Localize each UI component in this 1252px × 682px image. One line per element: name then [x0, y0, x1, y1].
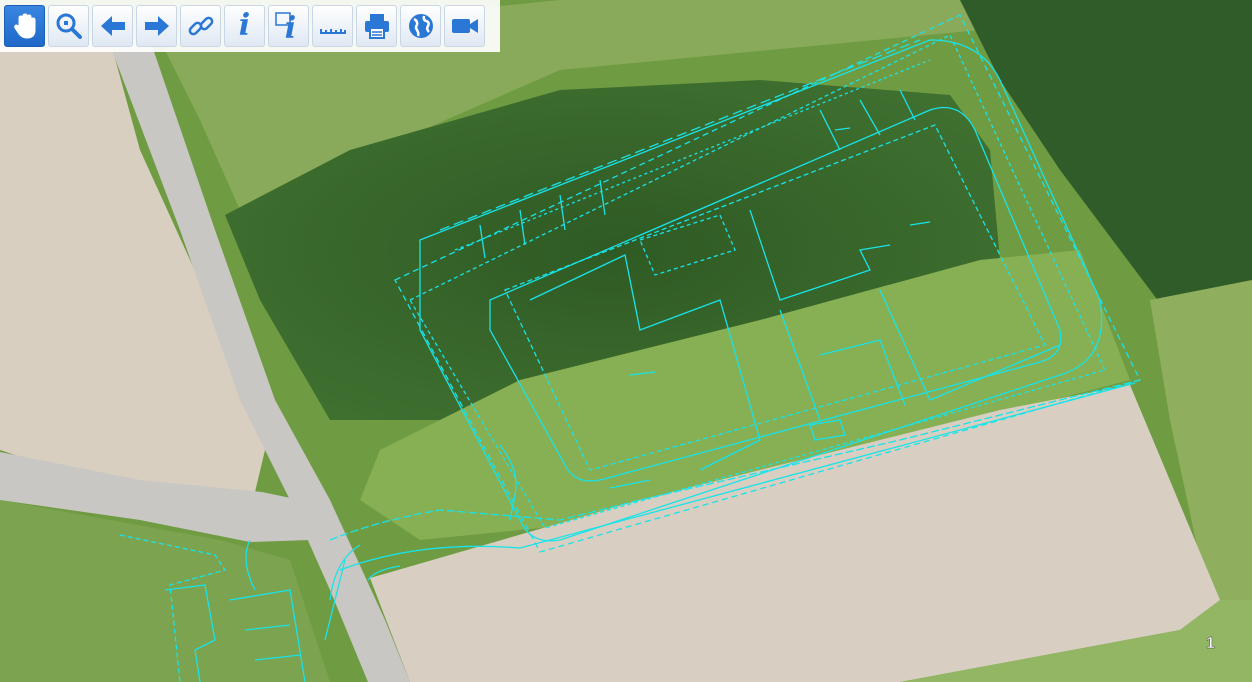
print-button[interactable] [356, 5, 397, 47]
hand-icon [13, 13, 35, 39]
magnifier-icon [56, 13, 82, 39]
video-camera-icon [451, 19, 478, 33]
info-button[interactable]: i [224, 5, 265, 47]
measure-button[interactable] [312, 5, 353, 47]
printer-icon [364, 14, 389, 39]
globe-button[interactable] [400, 5, 441, 47]
corner-mark: 1 [1206, 635, 1215, 652]
aerial-map[interactable]: 1 [0, 0, 1252, 682]
link-icon [188, 16, 213, 36]
pan-button[interactable] [4, 5, 45, 47]
globe-icon [408, 14, 433, 38]
link-button[interactable] [180, 5, 221, 47]
arrow-right-icon [144, 16, 169, 36]
area-info-button[interactable]: i [268, 5, 309, 47]
forward-button[interactable] [136, 5, 177, 47]
info-icon: i [238, 8, 251, 43]
ruler-icon [319, 29, 346, 34]
arrow-left-icon [100, 16, 125, 36]
video-button[interactable] [444, 5, 485, 47]
back-button[interactable] [92, 5, 133, 47]
map-toolbar: i i [0, 0, 500, 52]
zoom-button[interactable] [48, 5, 89, 47]
area-info-glyph: i [284, 11, 297, 46]
